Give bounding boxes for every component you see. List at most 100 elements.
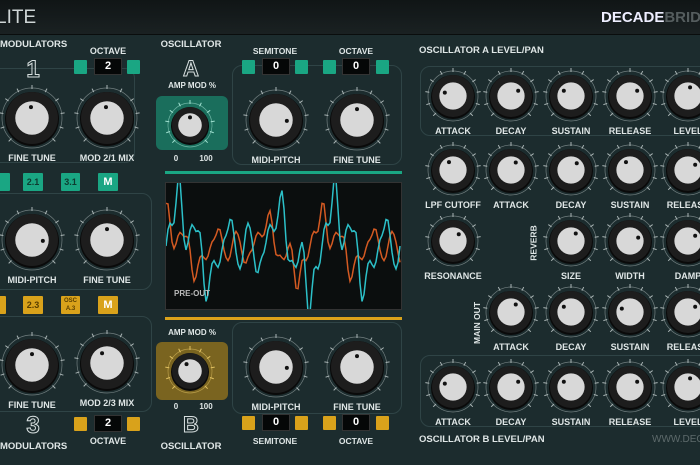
knob-graphic — [422, 65, 484, 127]
osc-b-octave-down-button[interactable] — [323, 416, 336, 430]
knob-graphic — [599, 139, 661, 201]
osc-b-level-title: OSCILLATOR B LEVEL/PAN — [419, 434, 545, 445]
knob-label: SUSTAIN — [611, 200, 650, 210]
knob-graphic — [540, 210, 602, 272]
osc-b-semitone-display: 0 — [262, 414, 290, 431]
title-bar: LITE DECADEBRID — [0, 0, 700, 35]
semitone-display: 0 — [262, 58, 290, 75]
knob-label: LEVEL — [673, 417, 700, 427]
octave-label: OCTAVE — [90, 46, 126, 56]
knob-graphic — [71, 327, 143, 399]
route-button-m[interactable]: M — [98, 173, 118, 191]
knob-label: FINE TUNE — [333, 155, 381, 165]
knob-label: MIDI-PITCH — [252, 155, 301, 165]
oscillator-letter-b: B — [183, 412, 199, 438]
knob-graphic — [599, 356, 661, 418]
octave-up-button[interactable] — [127, 60, 140, 74]
osc-b-semitone-label: SEMITONE — [253, 436, 297, 446]
knob-graphic — [422, 210, 484, 272]
osc-b-octave-up-button[interactable] — [376, 416, 389, 430]
reverb-label: REVERB — [529, 225, 539, 260]
knob-label: FINE TUNE — [8, 400, 56, 410]
route-button-3-1[interactable]: 3.1 — [61, 173, 80, 191]
semitone-up-button[interactable] — [295, 60, 308, 74]
osc-b-semitone-down-button[interactable] — [242, 416, 255, 430]
knob-graphic — [162, 97, 218, 153]
knob-label: SUSTAIN — [552, 417, 591, 427]
amp-b-min: 0 — [174, 402, 178, 411]
amp-mod-a-label: AMP MOD % — [168, 81, 216, 90]
knob-label: DECAY — [496, 417, 527, 427]
knob-label: RELEASE — [609, 126, 652, 136]
knob-label: SUSTAIN — [552, 126, 591, 136]
knob-label: SIZE — [561, 271, 581, 281]
knob-label: FINE TUNE — [333, 402, 381, 412]
knob-label: RELEASE — [667, 200, 700, 210]
amp-mod-b-label: AMP MOD % — [168, 328, 216, 337]
knob-label: FINE TUNE — [8, 153, 56, 163]
octave-b-down-button[interactable] — [74, 417, 87, 431]
knob-label: RELEASE — [667, 342, 700, 352]
knob-graphic — [657, 139, 700, 201]
oscillator-letter-a: A — [183, 56, 199, 82]
knob-graphic — [657, 281, 700, 343]
amp-min: 0 — [174, 154, 178, 163]
osc-a-octave-down-button[interactable] — [323, 60, 336, 74]
knob-graphic — [540, 139, 602, 201]
knob-graphic — [540, 65, 602, 127]
knob-label: ATTACK — [435, 417, 471, 427]
knob-graphic — [540, 281, 602, 343]
knob-label: LPF CUTOFF — [425, 200, 481, 210]
knob-graphic — [540, 356, 602, 418]
brand-logo: DECADEBRID — [601, 9, 700, 26]
osc-a-octave-up-button[interactable] — [376, 60, 389, 74]
knob-graphic — [480, 65, 542, 127]
app-title: LITE — [0, 7, 36, 29]
route-button-m-b[interactable]: M — [98, 296, 118, 314]
knob-graphic — [321, 331, 393, 403]
knob-label: ATTACK — [493, 342, 529, 352]
knob-graphic — [71, 204, 143, 276]
modulator-number-1: 1 — [26, 56, 39, 84]
knob-label: MIDI-PITCH — [252, 402, 301, 412]
oscillator-a-title: OSCILLATOR — [161, 39, 222, 50]
knob-graphic — [599, 210, 661, 272]
knob-label: DECAY — [496, 126, 527, 136]
modulators-top-title: MODULATORS — [0, 39, 67, 50]
octave-display: 2 — [94, 58, 122, 75]
knob-graphic — [240, 331, 312, 403]
knob-graphic — [0, 204, 68, 276]
route-button-left-b[interactable] — [0, 296, 6, 314]
knob-graphic — [480, 356, 542, 418]
knob-graphic — [657, 356, 700, 418]
website-link[interactable]: WWW.DEC — [652, 434, 700, 445]
knob-label: MIDI-PITCH — [8, 275, 57, 285]
knob-label: MOD 2/3 MIX — [80, 398, 135, 408]
route-button-2-3[interactable]: 2.3 — [23, 296, 43, 314]
modulators-bottom-title: MODULATORS — [0, 441, 67, 452]
knob-label: DECAY — [556, 342, 587, 352]
osc-b-octave-display: 0 — [342, 414, 370, 431]
knob-label: SUSTAIN — [611, 342, 650, 352]
knob-graphic — [321, 84, 393, 156]
route-button-left[interactable] — [0, 173, 10, 191]
knob-graphic — [599, 281, 661, 343]
oscillator-b-title: OSCILLATOR — [161, 441, 222, 452]
osc-a-level-title: OSCILLATOR A LEVEL/PAN — [419, 45, 544, 56]
route-button-2-1[interactable]: 2.1 — [23, 173, 43, 191]
knob-graphic — [162, 343, 218, 399]
osc-b-semitone-up-button[interactable] — [295, 416, 308, 430]
route-button-osc-a3[interactable]: OSC A.3 — [61, 296, 80, 314]
octave-b-up-button[interactable] — [127, 417, 140, 431]
osc-a-octave-label: OCTAVE — [339, 46, 373, 56]
knob-label: MOD 2/1 MIX — [80, 153, 135, 163]
amp-b-max: 100 — [199, 402, 212, 411]
osc-b-octave-label: OCTAVE — [339, 436, 373, 446]
knob-graphic — [240, 84, 312, 156]
knob-label: RESONANCE — [424, 271, 482, 281]
octave-down-button[interactable] — [74, 60, 87, 74]
knob-graphic — [657, 65, 700, 127]
semitone-down-button[interactable] — [242, 60, 255, 74]
knob-label: DAMP — [675, 271, 700, 281]
knob-label: RELEASE — [609, 417, 652, 427]
